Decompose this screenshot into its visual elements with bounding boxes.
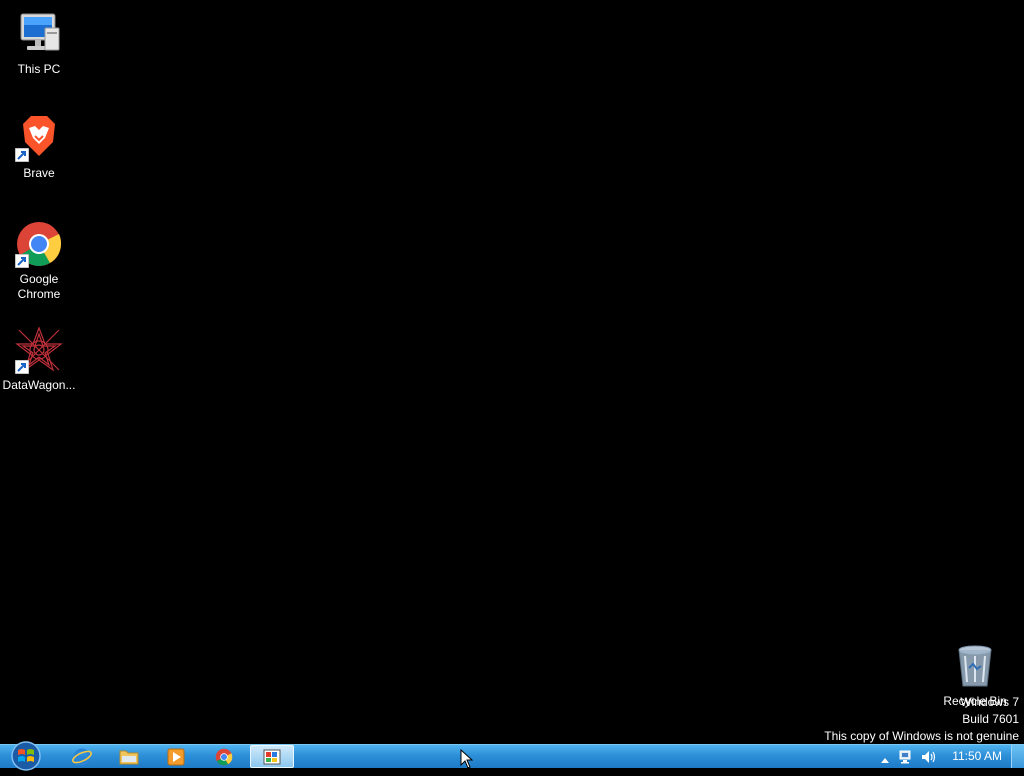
shortcut-arrow-icon [15,148,29,162]
chrome-icon [215,748,233,765]
chrome-icon [15,220,63,268]
speaker-icon [922,751,936,763]
folder-icon [119,750,139,764]
taskbar: 11:50 AM [0,741,1024,771]
desktop-icon-datawagon[interactable]: DataWagon... [1,326,77,393]
chevron-up-icon [881,758,889,763]
system-tray: 11:50 AM [864,745,1024,768]
show-desktop-button[interactable] [1011,745,1024,768]
taskbar-media-player[interactable] [154,745,198,768]
taskbar-paint[interactable] [250,745,294,768]
network-status[interactable] [898,749,914,770]
windows-watermark-edition: Windows 7 [960,695,1019,709]
show-hidden-icons-button[interactable] [880,751,890,769]
desktop-icon-label: DataWagon... [2,378,76,392]
windows-watermark-genuine-notice: This copy of Windows is not genuine [824,729,1019,743]
media-player-icon [167,748,185,765]
windows-watermark-build: Build 7601 [962,712,1019,726]
desktop-icon-this-pc[interactable]: This PC [1,10,77,77]
desktop-icon-label: Brave [23,166,55,180]
desktop-icon-label: Google Chrome [17,272,61,301]
start-button[interactable] [8,741,44,771]
taskbar-internet-explorer[interactable] [60,745,104,768]
paint-icon [263,749,281,764]
desktop-icon-google-chrome[interactable]: Google Chrome [1,220,77,302]
windows-logo-icon [11,741,41,771]
mouse-cursor-icon [460,749,474,769]
desktop-icon-brave[interactable]: Brave [1,114,77,181]
shortcut-arrow-icon [15,360,29,374]
brave-icon [15,114,63,162]
network-icon [899,750,911,764]
desktop[interactable]: This PC Brave Google Chrome DataWagon...… [0,0,1024,744]
shortcut-arrow-icon [15,254,29,268]
internet-explorer-icon [72,748,92,765]
computer-icon [15,10,63,58]
taskbar-file-explorer[interactable] [107,745,151,768]
taskbar-clock[interactable]: 11:50 AM [952,749,1002,763]
taskbar-chrome[interactable] [202,745,246,768]
volume-control[interactable] [920,749,936,770]
datawagon-icon [15,326,63,374]
recycle-bin-icon [951,642,999,690]
desktop-icon-label: This PC [17,62,61,76]
